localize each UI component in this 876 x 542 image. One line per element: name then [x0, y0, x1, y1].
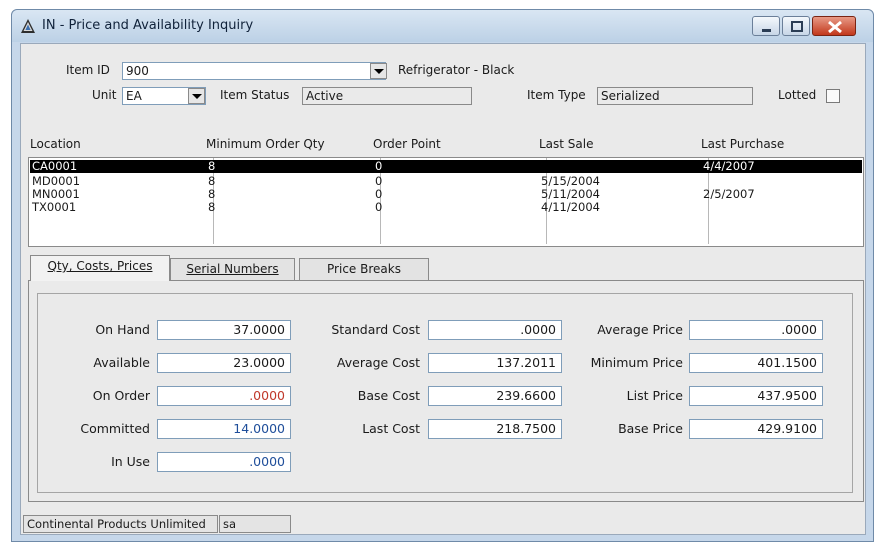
- item-status-field: Active: [302, 87, 472, 105]
- committed-field: 14.0000: [157, 419, 291, 439]
- on-hand-field: 37.0000: [157, 320, 291, 340]
- chevron-down-icon: [192, 94, 202, 99]
- inquiry-window: IN - Price and Availability Inquiry Item…: [11, 9, 874, 542]
- col-header-last-purchase[interactable]: Last Purchase: [701, 137, 784, 151]
- location-list[interactable]: CA0001 8 0 4/4/2007 MD0001 8 0 5/15/2004…: [28, 157, 864, 247]
- status-company: Continental Products Unlimited: [23, 515, 218, 533]
- tab-label: Qty, Costs, Prices: [47, 259, 153, 273]
- item-id-input[interactable]: 900: [122, 62, 386, 80]
- base-price-field: 429.9100: [689, 419, 823, 439]
- tab-price-breaks[interactable]: Price Breaks: [299, 258, 429, 281]
- table-row[interactable]: MN0001 8 0 5/11/2004 2/5/2007: [30, 188, 862, 201]
- cell-min-order-qty: 8: [208, 200, 216, 214]
- lotted-label: Lotted: [778, 88, 817, 102]
- minimize-icon: [762, 29, 771, 32]
- cell-order-point: 0: [375, 200, 383, 214]
- qty-costs-prices-panel: On Hand 37.0000 Available 23.0000 On Ord…: [28, 280, 864, 502]
- average-cost-field: 137.2011: [428, 353, 562, 373]
- cell-last-purchase: 2/5/2007: [703, 187, 755, 201]
- close-button[interactable]: [812, 16, 856, 36]
- list-price-field: 437.9500: [689, 386, 823, 406]
- list-price-label: List Price: [626, 388, 683, 403]
- base-cost-field: 239.6600: [428, 386, 562, 406]
- cell-location: CA0001: [32, 159, 78, 173]
- cell-last-sale: 4/11/2004: [541, 200, 600, 214]
- item-type-label: Item Type: [527, 88, 586, 102]
- unit-label: Unit: [92, 88, 117, 102]
- average-price-label: Average Price: [597, 322, 683, 337]
- last-cost-field: 218.7500: [428, 419, 562, 439]
- on-order-field: .0000: [157, 386, 291, 406]
- committed-label: Committed: [80, 421, 150, 436]
- available-label: Available: [93, 355, 150, 370]
- in-use-label: In Use: [111, 454, 150, 469]
- title-bar[interactable]: IN - Price and Availability Inquiry: [12, 10, 873, 42]
- app-icon: [21, 19, 35, 33]
- unit-dropdown-button[interactable]: [188, 88, 205, 104]
- maximize-icon: [791, 21, 803, 32]
- status-user: sa: [219, 515, 291, 533]
- close-icon: [828, 20, 842, 34]
- tab-serial-numbers[interactable]: Serial Numbers: [170, 258, 295, 281]
- chevron-down-icon: [374, 69, 384, 74]
- tab-label: Price Breaks: [327, 262, 401, 276]
- standard-cost-label: Standard Cost: [331, 322, 420, 337]
- standard-cost-field: .0000: [428, 320, 562, 340]
- item-description: Refrigerator - Black: [398, 63, 515, 77]
- table-row[interactable]: CA0001 8 0 4/4/2007: [30, 160, 862, 173]
- window-title: IN - Price and Availability Inquiry: [42, 18, 254, 33]
- col-header-order-point[interactable]: Order Point: [373, 137, 441, 151]
- item-id-dropdown-button[interactable]: [370, 63, 387, 79]
- maximize-button[interactable]: [782, 16, 810, 36]
- base-price-label: Base Price: [618, 421, 683, 436]
- table-row[interactable]: TX0001 8 0 4/11/2004: [30, 201, 862, 214]
- col-header-location[interactable]: Location: [30, 137, 81, 151]
- cell-location: TX0001: [32, 200, 77, 214]
- item-type-field: Serialized: [597, 87, 753, 105]
- item-id-label: Item ID: [66, 63, 110, 77]
- cell-order-point: 0: [375, 159, 383, 173]
- col-header-last-sale[interactable]: Last Sale: [539, 137, 594, 151]
- lotted-checkbox[interactable]: [826, 89, 840, 103]
- average-cost-label: Average Cost: [336, 355, 420, 370]
- item-status-label: Item Status: [220, 88, 290, 102]
- minimum-price-field: 401.1500: [689, 353, 823, 373]
- in-use-field: .0000: [157, 452, 291, 472]
- base-cost-label: Base Cost: [357, 388, 420, 403]
- values-group: On Hand 37.0000 Available 23.0000 On Ord…: [37, 293, 853, 493]
- tab-qty-costs-prices[interactable]: Qty, Costs, Prices: [30, 255, 170, 281]
- cell-min-order-qty: 8: [208, 159, 216, 173]
- status-bar: Continental Products Unlimited sa: [21, 513, 865, 534]
- average-price-field: .0000: [689, 320, 823, 340]
- window-client: Item ID 900 Refrigerator - Black Unit EA…: [20, 43, 866, 535]
- on-hand-label: On Hand: [95, 322, 150, 337]
- on-order-label: On Order: [92, 388, 150, 403]
- col-header-min-order-qty[interactable]: Minimum Order Qty: [206, 137, 325, 151]
- minimum-price-label: Minimum Price: [590, 355, 683, 370]
- available-field: 23.0000: [157, 353, 291, 373]
- cell-last-purchase: 4/4/2007: [703, 159, 755, 173]
- tab-label: Serial Numbers: [186, 262, 279, 276]
- last-cost-label: Last Cost: [362, 421, 420, 436]
- minimize-button[interactable]: [752, 16, 780, 36]
